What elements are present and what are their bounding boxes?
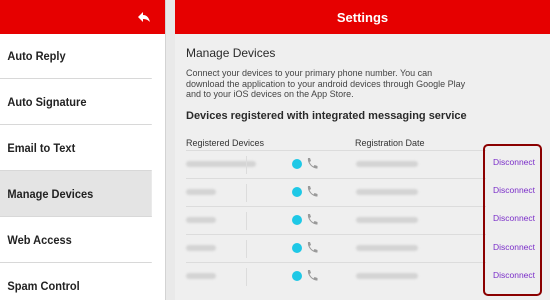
sidebar-item-label: Manage Devices <box>7 186 94 201</box>
phone-icon <box>307 242 318 253</box>
redacted-registration-date <box>356 245 418 251</box>
sidebar-item-auto-reply[interactable]: Auto Reply <box>0 34 152 79</box>
phone-icon <box>307 158 318 169</box>
redacted-registration-date <box>356 189 418 195</box>
section-description: Connect your devices to your primary pho… <box>186 68 466 99</box>
table-row <box>186 234 486 262</box>
page-title: Settings <box>336 9 389 25</box>
sidebar-item-auto-signature[interactable]: Auto Signature <box>0 79 152 125</box>
redacted-registration-date <box>356 161 418 167</box>
cell-divider <box>246 240 247 258</box>
column-header-date: Registration Date <box>355 138 425 148</box>
redacted-registration-date <box>356 273 418 279</box>
panel-divider <box>165 0 175 300</box>
page-header: Settings <box>175 0 550 34</box>
chat-icon <box>292 271 302 281</box>
disconnect-button[interactable]: Disconnect <box>490 157 538 167</box>
redacted-device-name <box>186 189 216 195</box>
sidebar-item-label: Web Access <box>7 232 72 247</box>
sidebar-item-label: Auto Reply <box>7 49 66 63</box>
sidebar-item-web-access[interactable]: Web Access <box>0 217 152 263</box>
table-row <box>186 262 486 290</box>
sidebar: Auto Reply Auto Signature Email to Text … <box>0 0 165 300</box>
phone-icon <box>307 186 318 197</box>
disconnect-button[interactable]: Disconnect <box>490 242 538 252</box>
chat-icon <box>292 159 302 169</box>
redacted-registration-date <box>356 217 418 223</box>
sidebar-item-label: Email to Text <box>7 140 76 155</box>
devices-subtitle: Devices registered with integrated messa… <box>186 110 467 122</box>
disconnect-button[interactable]: Disconnect <box>490 213 538 223</box>
section-title: Manage Devices <box>186 46 276 60</box>
cell-divider <box>246 156 247 174</box>
sidebar-item-spam-control[interactable]: Spam Control <box>0 263 152 300</box>
sidebar-item-label: Spam Control <box>7 278 80 293</box>
table-row <box>186 150 486 178</box>
phone-icon <box>307 214 318 225</box>
devices-table <box>186 150 486 290</box>
cell-divider <box>246 268 247 286</box>
chat-icon <box>292 215 302 225</box>
table-row <box>186 178 486 206</box>
phone-icon <box>307 270 318 281</box>
cell-divider <box>246 212 247 230</box>
sidebar-item-manage-devices[interactable]: Manage Devices <box>0 171 152 217</box>
chat-icon <box>292 243 302 253</box>
cell-divider <box>246 184 247 202</box>
redacted-device-name <box>186 217 216 223</box>
table-row <box>186 206 486 234</box>
redacted-device-name <box>186 245 216 251</box>
sidebar-item-email-to-text[interactable]: Email to Text <box>0 125 152 171</box>
sidebar-header <box>0 0 165 34</box>
redacted-device-name <box>186 273 216 279</box>
column-header-devices: Registered Devices <box>186 138 265 148</box>
disconnect-button[interactable]: Disconnect <box>490 270 538 280</box>
chat-icon <box>292 187 302 197</box>
back-arrow-icon[interactable] <box>137 11 151 23</box>
sidebar-item-label: Auto Signature <box>7 94 87 109</box>
disconnect-button[interactable]: Disconnect <box>490 185 538 195</box>
